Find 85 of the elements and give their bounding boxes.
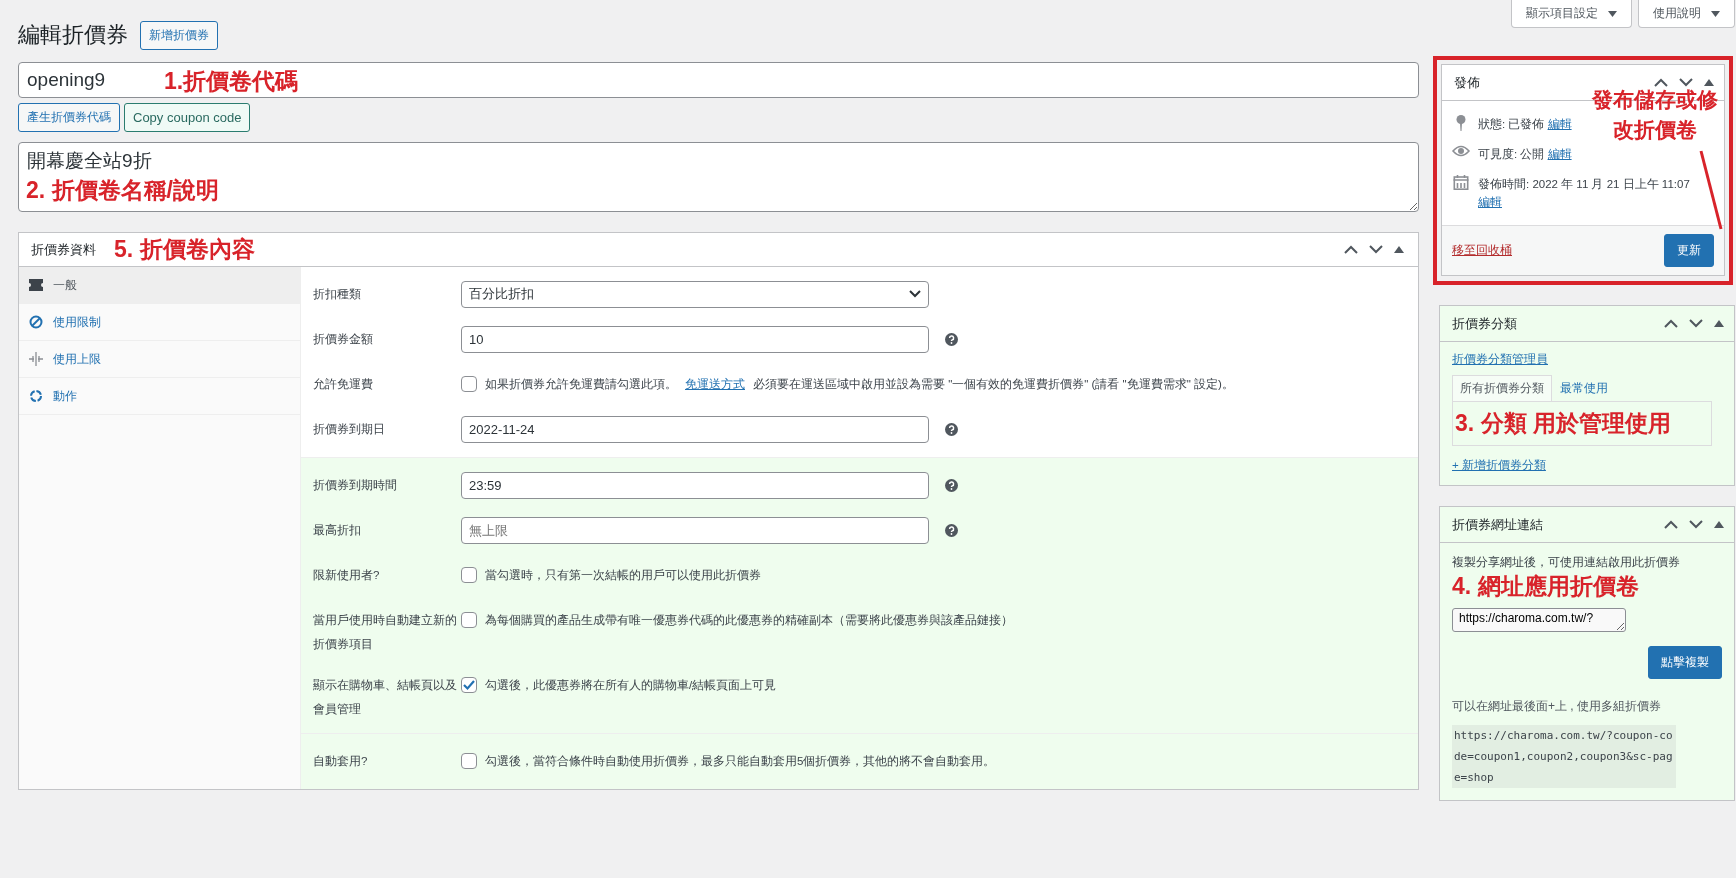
trash-link[interactable]: 移至回收桶 (1452, 243, 1512, 258)
tab[interactable]: 所有折價券分類 (1452, 375, 1552, 401)
add-category-link[interactable]: + 新增折價券分類 (1452, 458, 1546, 473)
update-button[interactable]: 更新 (1664, 234, 1714, 267)
tab[interactable]: 動作 (19, 378, 300, 415)
chevron-up-icon (1664, 520, 1678, 529)
checkbox[interactable] (461, 753, 477, 769)
calendar-icon (1452, 175, 1470, 190)
chevron-down-icon (1689, 520, 1703, 529)
tab[interactable]: 使用上限 (19, 341, 300, 378)
chevron-up-icon (1654, 78, 1668, 87)
meta-text: 可見度: 公開 (1478, 148, 1545, 160)
caret-icon (1711, 10, 1720, 17)
eye-icon (1452, 145, 1470, 157)
checkbox-label: 為每個購買的產品生成帶有唯一優惠券代碼的此優惠券的精確副本（需要將此優惠券與該產品鏈接） (485, 612, 1013, 628)
edit-link[interactable]: 編輯 (1478, 196, 1502, 208)
edit-link[interactable]: 編輯 (1547, 148, 1572, 160)
meta-text: 狀態: 已發佈 (1478, 118, 1545, 130)
panel-title: 折價券分類 (1452, 314, 1517, 333)
collapse-icon (1704, 79, 1714, 86)
chevron-down-icon (1689, 319, 1703, 328)
input-field[interactable]: 2022-11-24 (461, 415, 929, 443)
page-title: 編輯折價券 (18, 21, 128, 49)
collapse-icon (1394, 246, 1404, 253)
input-field[interactable]: 無上限 (461, 516, 929, 544)
copy-button[interactable]: 點擊複製 (1648, 646, 1722, 679)
checkbox[interactable] (461, 677, 477, 693)
tab[interactable]: 最常使用 (1552, 375, 1616, 401)
annotation: 發布儲存或修 (1592, 87, 1718, 113)
annotation: 1.折價卷代碼 (164, 67, 299, 96)
tab[interactable]: 使用限制 (19, 304, 300, 341)
field-label: 折扣種類 (313, 287, 362, 302)
url-example: https://charoma.com.tw/?coupon-code=coupon1,coupon2,coupon3&sc-page=shop (1452, 725, 1676, 788)
annotation: 4. 網址應用折價卷 (1452, 572, 1640, 601)
description-text: 複製分享網址後，可使用連結啟用此折價券 (1452, 554, 1681, 571)
tab[interactable]: 一般 (19, 267, 300, 304)
field-label: 限新使用者? (313, 568, 381, 583)
dropdown-button[interactable]: 顯示項目設定 (1511, 0, 1632, 28)
field-label: 折價券到期時間 (313, 478, 398, 493)
annotation: 3. 分類 用於管理使用 (1455, 410, 1671, 436)
copy-code-button[interactable]: Copy coupon code (124, 103, 251, 132)
url-field[interactable]: https://charoma.com.tw/? (1452, 608, 1626, 632)
dropdown[interactable]: 百分比折扣 (461, 280, 929, 308)
field-label: 顯示在購物車、結帳頁以及會員管理 (313, 678, 458, 717)
prohibited-icon (29, 315, 43, 329)
input-field[interactable]: 10 (461, 325, 929, 353)
generate-code-button[interactable]: 產生折價券代碼 (18, 103, 120, 132)
checkbox-label: 當勾選時，只有第一次結帳的用戶可以使用此折價券 (485, 567, 761, 583)
meta-text: 發佈時間: 2022 年 11 月 21 日上午 11:07 (1478, 178, 1690, 190)
annotation: 5. 折價卷內容 (114, 235, 255, 264)
manage-link[interactable]: 折價券分類管理員 (1452, 353, 1548, 365)
checkbox[interactable] (461, 376, 477, 392)
chevron-down-icon (1369, 245, 1383, 254)
checkbox[interactable] (461, 612, 477, 628)
field-label: 自動套用? (313, 754, 369, 769)
field-label: 當用戶使用時自動建立新的折價券項目 (313, 613, 458, 652)
annotation: 2. 折價卷名稱/說明 (26, 176, 219, 205)
field-label: 允許免運費 (313, 377, 374, 392)
panel-title: 折價券網址連結 (1452, 515, 1543, 534)
edit-link[interactable]: 編輯 (1547, 118, 1572, 130)
checkbox-label: 如果折價券允許免運費請勾選此項。 (485, 376, 677, 392)
checkbox-label: 勾選後，當符合條件時自動使用折價券，最多只能自動套用5個折價券，其他的將不會自動套用。 (485, 753, 996, 769)
limit-icon (29, 352, 43, 366)
panel-title: 折價券資料 (31, 240, 96, 259)
chevron-up-icon (1344, 245, 1358, 254)
checkbox[interactable] (461, 567, 477, 583)
field-label: 最高折扣 (313, 523, 362, 538)
input-field[interactable]: 23:59 (461, 471, 929, 499)
chevron-down-icon (1679, 78, 1693, 87)
add-coupon-button[interactable]: 新增折價券 (140, 20, 218, 50)
collapse-icon (1714, 521, 1724, 528)
checkbox-label: 勾選後，此優惠券將在所有人的購物車/結帳頁面上可見 (485, 677, 777, 693)
collapse-icon (1714, 320, 1724, 327)
chevron-up-icon (1664, 319, 1678, 328)
field-label: 折價券到期日 (313, 422, 386, 437)
dropdown-button[interactable]: 使用說明 (1638, 0, 1735, 28)
annotation: 改折價卷 (1613, 117, 1697, 143)
link[interactable]: 免運送方式 (685, 376, 745, 392)
panel-title: 發佈 (1454, 73, 1480, 92)
chevron-down-icon (909, 290, 921, 298)
field-label: 折價券金額 (313, 332, 374, 347)
ticket-icon (29, 279, 43, 291)
note-text: 可以在網址最後面+上 , 使用多組折價券 (1452, 698, 1662, 715)
description-text: 必須要在運送區域中啟用並設為需要 "一個有效的免運費折價券" (請看 "免運費需求" 設定)。 (753, 376, 1234, 392)
caret-icon (1608, 10, 1617, 17)
